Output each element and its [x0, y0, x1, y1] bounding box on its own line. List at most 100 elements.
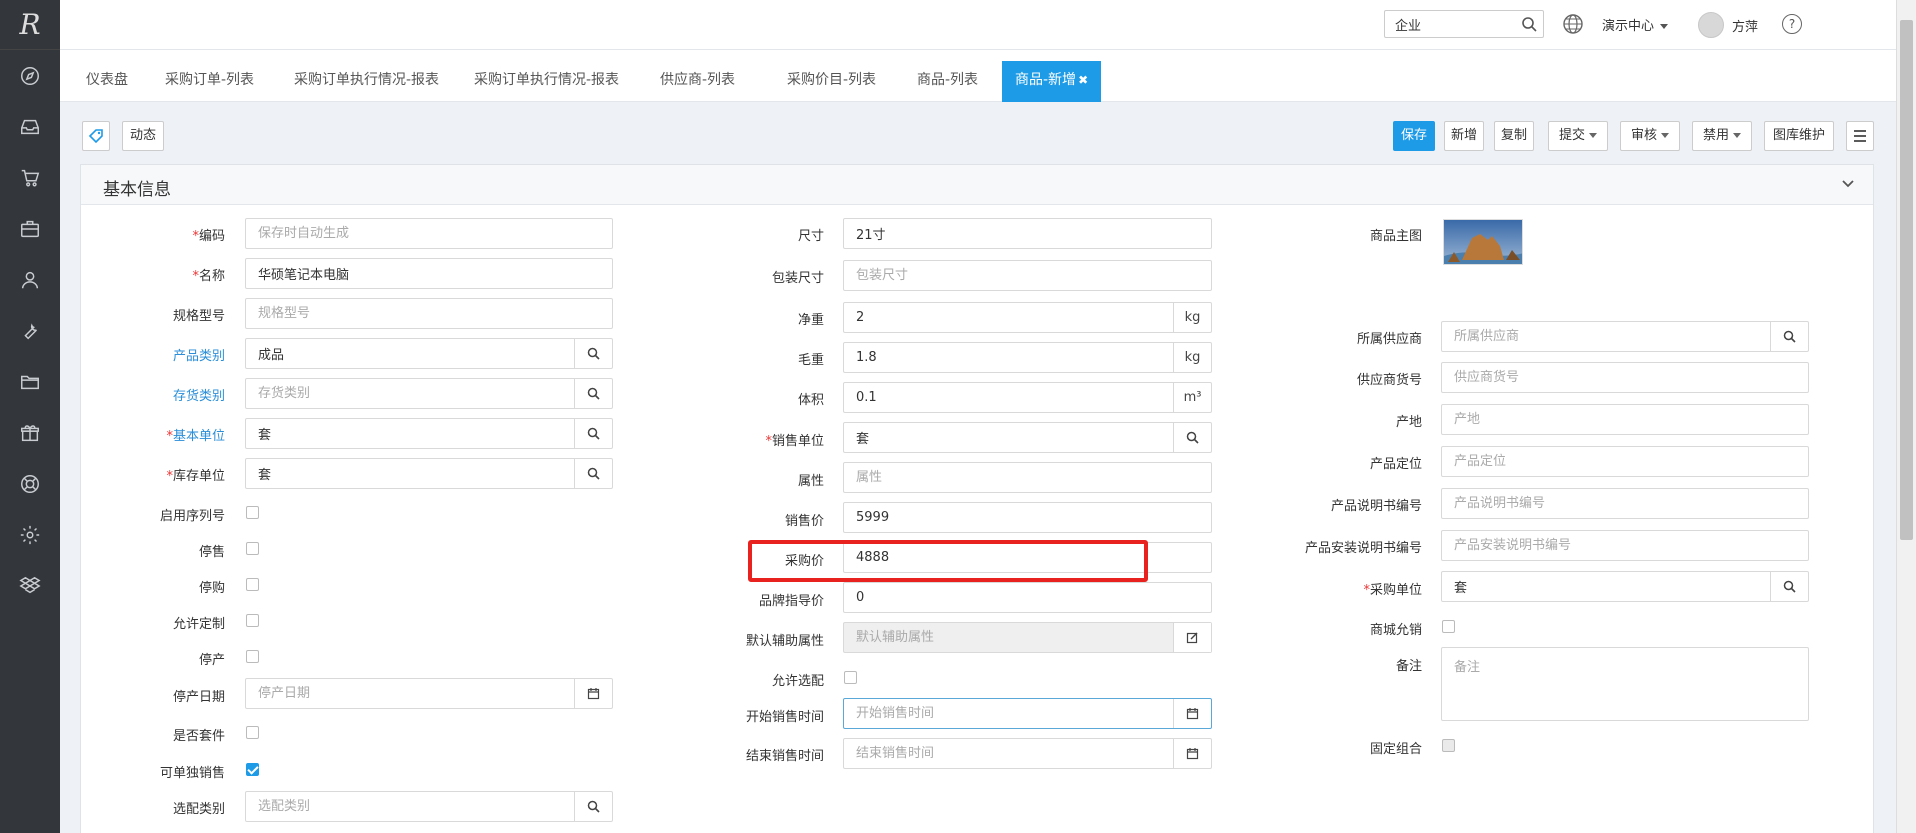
origin-input[interactable]	[1442, 405, 1808, 434]
avatar[interactable]	[1698, 12, 1724, 38]
name-input[interactable]	[246, 259, 612, 288]
attribute-input[interactable]	[844, 463, 1211, 492]
search-icon[interactable]	[574, 379, 612, 408]
audit-dropdown[interactable]: 审核	[1620, 121, 1680, 151]
cart-icon[interactable]	[0, 152, 60, 203]
tab-supplier-list[interactable]: 供应商-列表	[647, 61, 748, 102]
search-input[interactable]	[1385, 11, 1515, 37]
spec-field[interactable]	[245, 298, 613, 329]
disable-dropdown[interactable]: 禁用	[1692, 121, 1752, 151]
sale-unit-field[interactable]	[843, 422, 1212, 453]
new-button[interactable]: 新增	[1444, 121, 1484, 151]
calendar-icon[interactable]	[1173, 699, 1211, 728]
username[interactable]: 方萍	[1732, 16, 1758, 35]
supplier-code-field[interactable]	[1441, 362, 1809, 393]
serial-enabled-checkbox[interactable]	[246, 506, 259, 519]
manual-no-field[interactable]	[1441, 488, 1809, 519]
sale-start-field[interactable]	[843, 698, 1212, 729]
stock-category-label[interactable]: 存货类别	[100, 385, 225, 404]
option-category-field[interactable]	[245, 791, 613, 822]
stop-date-input[interactable]	[246, 679, 612, 708]
net-weight-field[interactable]: kg	[843, 302, 1212, 333]
search-icon[interactable]	[1521, 16, 1537, 32]
supplier-field[interactable]	[1441, 321, 1809, 352]
search-icon[interactable]	[1770, 322, 1808, 351]
tab-dashboard[interactable]: 仪表盘	[73, 61, 141, 102]
product-category-input[interactable]	[246, 339, 612, 368]
gear-icon[interactable]	[0, 509, 60, 560]
tab-price-list[interactable]: 采购价目-列表	[774, 61, 889, 102]
pack-size-field[interactable]	[843, 260, 1212, 291]
spec-input[interactable]	[246, 299, 612, 328]
search-icon[interactable]	[574, 792, 612, 821]
supplier-code-input[interactable]	[1442, 363, 1808, 392]
net-weight-input[interactable]	[844, 303, 1211, 332]
option-category-input[interactable]	[246, 792, 612, 821]
calendar-icon[interactable]	[1173, 739, 1211, 768]
search-icon[interactable]	[1173, 423, 1211, 452]
allow-option-checkbox[interactable]	[844, 671, 857, 684]
stop-purchase-checkbox[interactable]	[246, 578, 259, 591]
submit-dropdown[interactable]: 提交	[1548, 121, 1608, 151]
pack-size-input[interactable]	[844, 261, 1211, 290]
install-manual-no-input[interactable]	[1442, 531, 1808, 560]
supplier-input[interactable]	[1442, 322, 1808, 351]
tab-po-execution-report-2[interactable]: 采购订单执行情况-报表	[461, 61, 632, 102]
product-image[interactable]	[1443, 219, 1523, 265]
save-button[interactable]: 保存	[1393, 121, 1435, 151]
mall-allow-checkbox[interactable]	[1442, 620, 1455, 633]
menu-button[interactable]	[1846, 121, 1874, 151]
sale-unit-input[interactable]	[844, 423, 1211, 452]
positioning-field[interactable]	[1441, 446, 1809, 477]
size-field[interactable]	[843, 218, 1212, 249]
stock-category-field[interactable]	[245, 378, 613, 409]
purchase-unit-field[interactable]	[1441, 571, 1809, 602]
origin-field[interactable]	[1441, 404, 1809, 435]
sale-price-input[interactable]	[844, 503, 1211, 532]
user-icon[interactable]	[0, 254, 60, 305]
positioning-input[interactable]	[1442, 447, 1808, 476]
purchase-price-field[interactable]	[843, 542, 1212, 573]
default-aux-field[interactable]	[843, 622, 1212, 653]
stop-production-checkbox[interactable]	[246, 650, 259, 663]
brand-price-input[interactable]	[844, 583, 1211, 612]
edit-icon[interactable]	[1173, 623, 1211, 652]
scrollbar-thumb[interactable]	[1900, 20, 1913, 540]
base-unit-field[interactable]	[245, 418, 613, 449]
name-field[interactable]	[245, 258, 613, 289]
dropbox-icon[interactable]	[0, 560, 60, 611]
brand-price-field[interactable]	[843, 582, 1212, 613]
stock-unit-field[interactable]	[245, 458, 613, 489]
compass-icon[interactable]	[0, 50, 60, 101]
code-input[interactable]	[246, 219, 612, 248]
gift-icon[interactable]	[0, 407, 60, 458]
size-input[interactable]	[844, 219, 1211, 248]
app-logo[interactable]: R	[0, 0, 60, 50]
stop-date-field[interactable]	[245, 678, 613, 709]
remark-field[interactable]	[1441, 647, 1809, 721]
gross-weight-field[interactable]: kg	[843, 342, 1212, 373]
inbox-icon[interactable]	[0, 101, 60, 152]
help-icon[interactable]: ?	[1782, 14, 1802, 34]
gross-weight-input[interactable]	[844, 343, 1211, 372]
remark-textarea[interactable]	[1442, 648, 1808, 720]
wrench-icon[interactable]	[0, 305, 60, 356]
folder-icon[interactable]	[0, 356, 60, 407]
demo-center-dropdown[interactable]: 演示中心	[1602, 15, 1669, 34]
volume-field[interactable]: m³	[843, 382, 1212, 413]
dynamic-button[interactable]: 动态	[122, 121, 164, 151]
is-kit-checkbox[interactable]	[246, 726, 259, 739]
sale-end-field[interactable]	[843, 738, 1212, 769]
base-unit-input[interactable]	[246, 419, 612, 448]
tab-purchase-order-list[interactable]: 采购订单-列表	[152, 61, 267, 102]
product-category-label[interactable]: 产品类别	[100, 345, 225, 364]
globe-icon[interactable]	[1562, 13, 1584, 35]
sale-end-input[interactable]	[844, 739, 1211, 768]
search-icon[interactable]	[574, 459, 612, 488]
default-aux-input[interactable]	[844, 623, 1211, 652]
stop-sale-checkbox[interactable]	[246, 542, 259, 555]
stock-category-input[interactable]	[246, 379, 612, 408]
sale-start-input[interactable]	[844, 699, 1211, 728]
vertical-scrollbar[interactable]	[1896, 0, 1916, 833]
tab-po-execution-report-1[interactable]: 采购订单执行情况-报表	[281, 61, 452, 102]
